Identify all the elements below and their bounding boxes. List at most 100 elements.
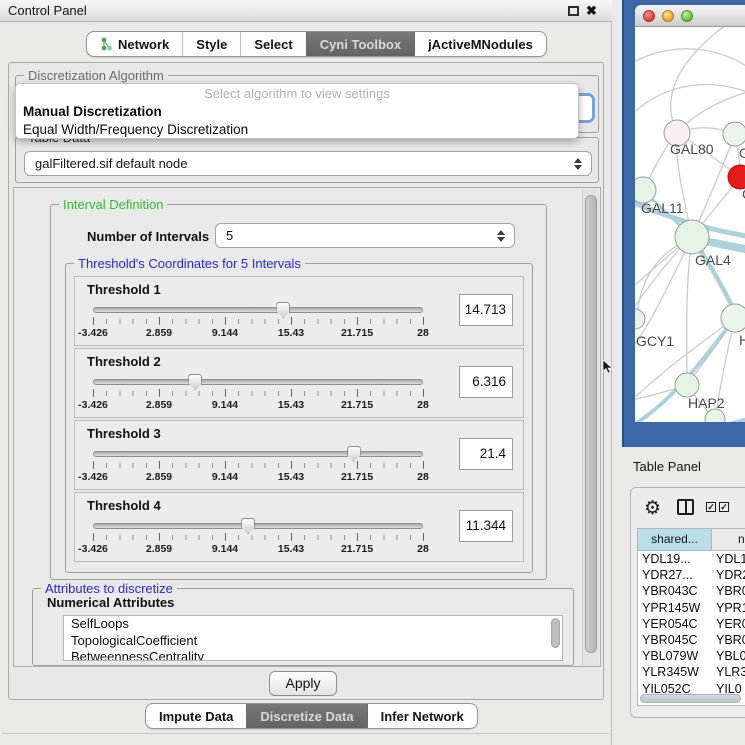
- network-window-titlebar[interactable]: [635, 5, 745, 27]
- cell-shared-name[interactable]: YBL079W: [638, 648, 712, 664]
- checkbox-icon[interactable]: ✓: [706, 502, 716, 512]
- slider-track[interactable]: [93, 379, 423, 385]
- attribute-list-item[interactable]: BetweennessCentrality: [64, 649, 562, 661]
- network-view-window[interactable]: GAL80 G C GAL11 GAL4 GCY1 H HAP2: [622, 0, 745, 447]
- cell-name[interactable]: YDL1: [712, 551, 745, 567]
- numerical-attributes-label: Numerical Attributes: [47, 595, 174, 610]
- number-of-intervals-combobox[interactable]: 5: [215, 223, 515, 248]
- table-row[interactable]: YBL079W YBL0: [638, 648, 745, 664]
- threshold-value-field[interactable]: 6.316: [459, 366, 513, 398]
- threshold-slider[interactable]: -3.4262.8599.14415.4321.71528: [93, 519, 423, 559]
- table-data-combobox[interactable]: galFiltered.sif default node: [24, 151, 592, 176]
- node-h-partial[interactable]: [721, 304, 745, 332]
- tab-jactivemnodules[interactable]: jActiveMNodules: [414, 32, 546, 56]
- vertical-scrollbar-thumb[interactable]: [585, 195, 597, 653]
- network-canvas[interactable]: GAL80 G C GAL11 GAL4 GCY1 H HAP2: [635, 27, 745, 422]
- tab-infer-network[interactable]: Infer Network: [367, 704, 477, 728]
- attribute-list-item[interactable]: SelfLoops: [64, 616, 562, 633]
- node-label-h-partial: H: [739, 332, 745, 348]
- cell-name[interactable]: YER0: [712, 616, 745, 632]
- tab-network-label: Network: [118, 37, 169, 52]
- list-scrollbar-thumb[interactable]: [551, 618, 560, 648]
- combo-spinner-icon: [573, 158, 582, 170]
- bottom-tabbar: Impute Data Discretize Data Infer Networ…: [145, 703, 478, 729]
- dropdown-item-equal-width[interactable]: Equal Width/Frequency Discretization: [16, 121, 578, 139]
- cell-name[interactable]: YBR0: [712, 583, 745, 599]
- table-row[interactable]: YDL19... YDL1: [638, 551, 745, 567]
- threshold-value-field[interactable]: 21.4: [459, 438, 513, 470]
- float-window-icon[interactable]: [568, 6, 579, 16]
- slider-thumb[interactable]: [188, 374, 202, 390]
- table-row[interactable]: YER054C YER0: [638, 616, 745, 632]
- column-header-shared[interactable]: shared...: [638, 529, 712, 551]
- node-gcy1[interactable]: [635, 309, 645, 329]
- threshold-slider[interactable]: -3.4262.8599.14415.4321.71528: [93, 375, 423, 415]
- table-header-row: shared... n: [638, 529, 745, 551]
- vertical-scrollbar[interactable]: [582, 189, 599, 665]
- tab-jactivemnodules-label: jActiveMNodules: [428, 37, 533, 52]
- cell-name[interactable]: YDR2: [712, 567, 745, 583]
- threshold-panel: Threshold 2 -3.4262.8599.14415.4321.7152…: [74, 348, 524, 418]
- slider-major-ticks: [93, 533, 423, 541]
- attributes-group-title: Attributes to discretize: [41, 581, 177, 596]
- table-row[interactable]: YBR043C YBR0: [638, 583, 745, 599]
- slider-track[interactable]: [93, 451, 423, 457]
- horizontal-scrollbar[interactable]: [638, 693, 745, 704]
- cell-shared-name[interactable]: YER054C: [638, 616, 712, 632]
- cell-shared-name[interactable]: YLR345W: [638, 664, 712, 680]
- column-header-name[interactable]: n: [712, 529, 745, 551]
- minimize-traffic-light-icon[interactable]: [662, 10, 674, 22]
- tab-discretize-data[interactable]: Discretize Data: [246, 704, 366, 728]
- slider-track[interactable]: [93, 523, 423, 529]
- threshold-slider[interactable]: -3.4262.8599.14415.4321.71528: [93, 303, 423, 343]
- checkbox-icon[interactable]: ✓: [719, 502, 729, 512]
- node-label-gcy1: GCY1: [636, 333, 674, 349]
- node-label-g-partial: G: [739, 145, 745, 161]
- threshold-label: Threshold 3: [87, 426, 161, 441]
- settings-scrollpane: Interval Definition Number of Intervals …: [13, 187, 601, 667]
- threshold-panel: Threshold 4 -3.4262.8599.14415.4321.7152…: [74, 492, 524, 562]
- close-traffic-light-icon[interactable]: [643, 10, 655, 22]
- number-of-intervals-value: 5: [226, 228, 233, 243]
- cell-name[interactable]: YBR0: [712, 632, 745, 648]
- tab-select[interactable]: Select: [240, 32, 305, 56]
- cell-shared-name[interactable]: YPR145W: [638, 600, 712, 616]
- cell-name[interactable]: YPR1: [712, 600, 745, 616]
- cell-shared-name[interactable]: YDL19...: [638, 551, 712, 567]
- numerical-attributes-list[interactable]: SelfLoopsTopologicalCoefficientBetweenne…: [63, 615, 563, 661]
- slider-track[interactable]: [93, 307, 423, 313]
- table-row[interactable]: YDR27... YDR2: [638, 567, 745, 583]
- scale-label: 9.144: [212, 327, 238, 339]
- tab-style[interactable]: Style: [182, 32, 240, 56]
- horizontal-scrollbar-thumb[interactable]: [640, 694, 741, 703]
- slider-thumb[interactable]: [241, 518, 255, 534]
- close-icon[interactable]: ✖: [586, 2, 597, 20]
- threshold-value-field[interactable]: 14.713: [459, 294, 513, 326]
- cell-name[interactable]: YLR3: [712, 664, 745, 680]
- node-gal4[interactable]: [675, 220, 709, 254]
- table-panel-toolbar: ⚙ ✓ ✓: [631, 494, 745, 524]
- table-row[interactable]: YPR145W YPR1: [638, 600, 745, 616]
- attribute-list-item[interactable]: TopologicalCoefficient: [64, 633, 562, 650]
- threshold-slider[interactable]: -3.4262.8599.14415.4321.71528: [93, 447, 423, 487]
- slider-thumb[interactable]: [276, 302, 290, 318]
- threshold-value-field[interactable]: 11.344: [459, 510, 513, 542]
- apply-button[interactable]: Apply: [269, 671, 337, 696]
- cell-shared-name[interactable]: YBR045C: [638, 632, 712, 648]
- columns-icon[interactable]: [677, 499, 694, 515]
- slider-thumb[interactable]: [347, 446, 361, 462]
- dropdown-placeholder-item[interactable]: Select algorithm to view settings: [16, 84, 578, 103]
- gear-icon[interactable]: ⚙: [644, 496, 661, 520]
- tab-impute-data[interactable]: Impute Data: [146, 704, 246, 728]
- tab-cyni-toolbox[interactable]: Cyni Toolbox: [306, 32, 414, 56]
- node-g-partial[interactable]: [723, 122, 745, 146]
- cell-shared-name[interactable]: YBR043C: [638, 583, 712, 599]
- cell-name[interactable]: YBL0: [712, 648, 745, 664]
- table-row[interactable]: YLR345W YLR3: [638, 664, 745, 680]
- cell-shared-name[interactable]: YDR27...: [638, 567, 712, 583]
- dropdown-item-manual-discretization[interactable]: Manual Discretization: [16, 103, 578, 121]
- tab-network[interactable]: Network: [87, 32, 182, 56]
- table-row[interactable]: YBR045C YBR0: [638, 632, 745, 648]
- zoom-traffic-light-icon[interactable]: [681, 10, 693, 22]
- node-hap2[interactable]: [675, 373, 699, 397]
